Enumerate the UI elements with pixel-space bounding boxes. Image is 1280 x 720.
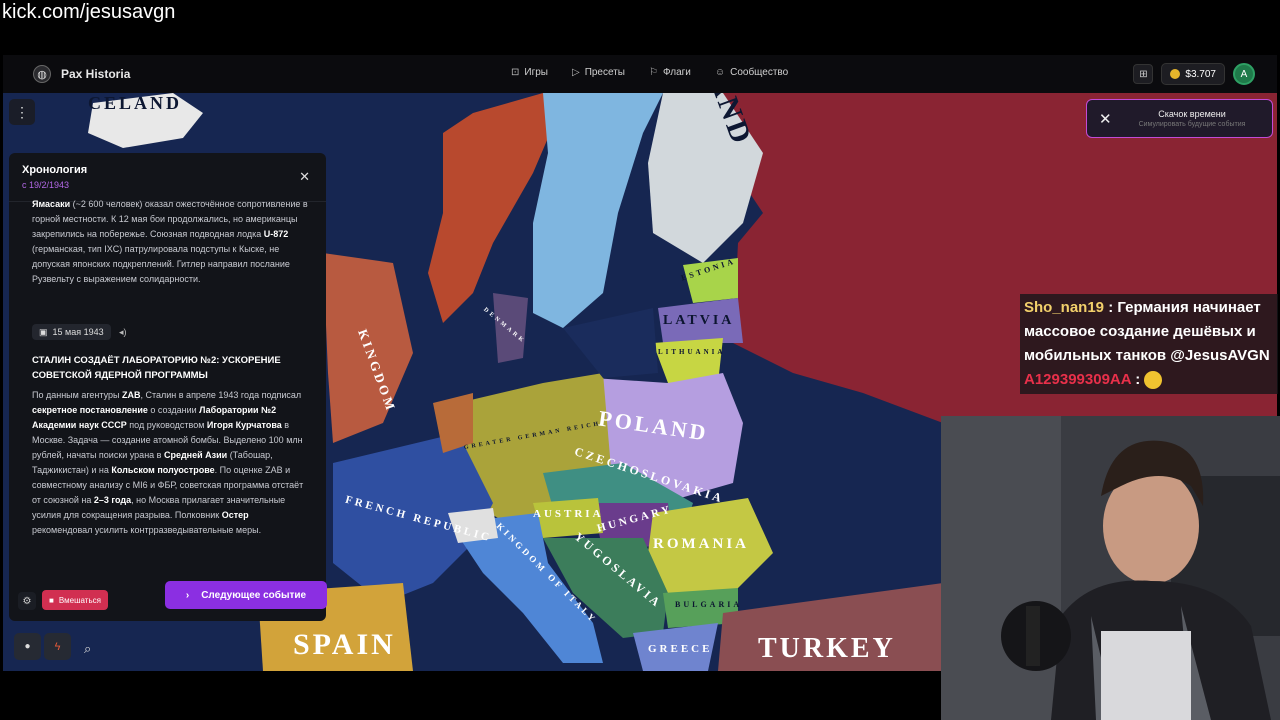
- entry-title: Сталин создаёт Лабораторию №2: ускорение…: [32, 355, 281, 381]
- balance-badge[interactable]: $3.707: [1161, 63, 1225, 85]
- play-icon: ▷: [571, 67, 580, 78]
- map-label-romania: ROMANIA: [653, 536, 749, 552]
- nav-label: Флаги: [662, 67, 691, 78]
- chat-separator: :: [1104, 299, 1118, 316]
- nav-item-flags[interactable]: ⚐ Флаги: [649, 67, 691, 78]
- intervene-button[interactable]: ■ Вмешаться: [42, 590, 108, 610]
- stream-watermark: kick.com/jesusavgn: [2, 1, 176, 23]
- timeline-since-date: с 19/2/1943: [22, 180, 70, 190]
- nav-item-presets[interactable]: ▷ Пресеты: [572, 67, 625, 78]
- webcam-feed: [941, 416, 1280, 720]
- avatar[interactable]: A: [1233, 63, 1255, 85]
- entry-date-chip: ▣ 15 мая 1943: [32, 324, 111, 340]
- map-label-greece: GREECE: [648, 643, 713, 655]
- map-label-turkey: TURKEY: [758, 633, 896, 664]
- timeline-entry-text: По данным агентуры ZAB, Сталин в апреле …: [32, 390, 304, 535]
- emoji-icon: [1144, 371, 1163, 390]
- events-button[interactable]: ϟ: [44, 633, 71, 660]
- nav-label: Игры: [524, 67, 548, 78]
- menu-button[interactable]: ⋮: [9, 99, 35, 125]
- chat-message: A129399309AA :: [1024, 368, 1274, 392]
- timeline-entry-text-previous: Ямасаки (~2 600 человек) оказал ожесточё…: [32, 199, 308, 284]
- users-icon: ☺: [714, 67, 726, 78]
- stream-chat-overlay: Sho_nan19 : Германия начинает массовое с…: [1020, 294, 1278, 394]
- time-jump-card[interactable]: ✕ Скачок времени Симулировать будущие со…: [1086, 99, 1273, 138]
- speaker-icon[interactable]: ◂): [119, 327, 127, 338]
- lightning-icon: ϟ: [54, 640, 61, 653]
- next-event-label: Следующее событие: [201, 589, 307, 601]
- map-label-spain: SPAIN: [293, 628, 396, 661]
- chat-button[interactable]: ●: [14, 633, 41, 660]
- coin-icon: [1170, 69, 1181, 79]
- more-vertical-icon: ⋮: [15, 103, 29, 120]
- time-jump-title: Скачок времени: [1158, 109, 1226, 119]
- chat-message: Sho_nan19 : Германия начинает массовое с…: [1024, 296, 1274, 368]
- timeline-panel: Хронология с 19/2/1943 ✕ Ямасаки (~2 600…: [9, 153, 326, 621]
- time-jump-subtitle: Симулировать будущие события: [1138, 121, 1246, 128]
- webcam-image: [941, 416, 1280, 720]
- nav-item-community[interactable]: ☺ Сообщество: [715, 67, 788, 78]
- nav-label: Пресеты: [584, 67, 625, 78]
- screen: kick.com/jesusavgn ◍ Pax Historia ⊡ Игры…: [0, 0, 1280, 720]
- chat-bubble-icon: ●: [24, 641, 31, 652]
- flag-icon: ⚐: [649, 67, 658, 78]
- close-panel-icon[interactable]: ✕: [299, 169, 310, 185]
- chat-separator: :: [1131, 371, 1145, 388]
- chat-username: A129399309AA: [1024, 371, 1132, 388]
- map-label-austria: AUSTRIA: [533, 508, 604, 520]
- gear-icon: ⚙: [22, 595, 32, 607]
- nav-links: ⊡ Игры ▷ Пресеты ⚐ Флаги ☺ Сообщество: [511, 67, 788, 78]
- chevron-right-icon: ›: [185, 589, 190, 601]
- timeline-title: Хронология: [22, 164, 88, 176]
- calendar-icon: ▣: [39, 326, 48, 337]
- next-event-button[interactable]: › Следующее событие: [165, 581, 327, 609]
- nav-right: ⊞ $3.707 A: [1133, 63, 1255, 85]
- search-icon[interactable]: ⌕: [84, 641, 91, 657]
- balance-value: $3.707: [1185, 68, 1216, 80]
- brand[interactable]: ◍ Pax Historia: [33, 65, 130, 83]
- map-label-latvia: LATVIA: [663, 313, 735, 328]
- nav-label: Сообщество: [730, 67, 789, 78]
- entry-date: 15 мая 1943: [52, 327, 104, 337]
- gift-button[interactable]: ⊞: [1133, 64, 1154, 84]
- map-label-bulgaria: BULGARIA: [675, 600, 743, 609]
- intervene-label: Вмешаться: [58, 595, 101, 605]
- app-navbar: ◍ Pax Historia ⊡ Игры ▷ Пресеты ⚐ Флаги …: [3, 55, 1277, 93]
- close-icon[interactable]: ✕: [1099, 110, 1112, 128]
- settings-button[interactable]: ⚙: [18, 592, 36, 610]
- nav-item-games[interactable]: ⊡ Игры: [511, 67, 548, 78]
- map-label-lithuania: LITHUANIA: [658, 348, 726, 356]
- gamepad-icon: ⊡: [511, 67, 520, 78]
- gift-icon: ⊞: [1139, 68, 1148, 80]
- chat-username: Sho_nan19: [1024, 299, 1105, 316]
- map-label-iceland: CELAND: [88, 93, 183, 113]
- brand-name: Pax Historia: [61, 67, 131, 81]
- globe-logo-icon: ◍: [33, 65, 51, 83]
- stop-icon: ■: [49, 595, 54, 605]
